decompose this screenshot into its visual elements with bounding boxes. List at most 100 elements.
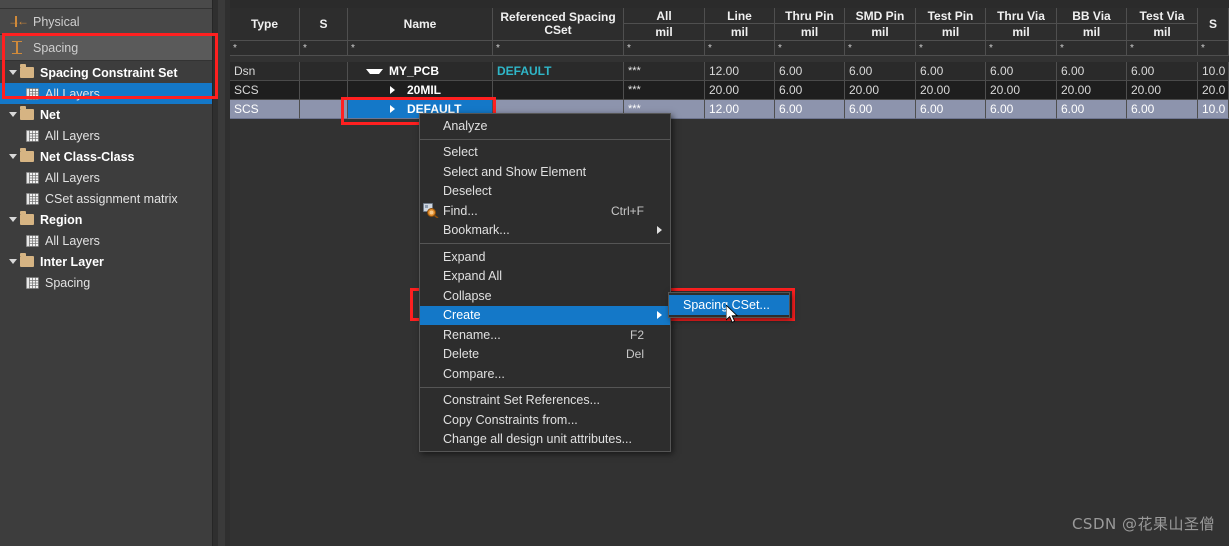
menu-item-constraint-set-references[interactable]: Constraint Set References... [420, 391, 670, 411]
menu-item-rename[interactable]: Rename... F2 [420, 325, 670, 345]
cell-type[interactable]: SCS [230, 100, 300, 119]
filter-cell[interactable]: * [1198, 41, 1229, 56]
menu-item-delete[interactable]: Delete Del [420, 345, 670, 365]
cell-test_pin[interactable]: 6.00 [916, 62, 986, 81]
cell-thru_via[interactable]: 20.00 [986, 81, 1057, 100]
column-header-bb-via[interactable]: BB Via mil [1057, 8, 1127, 41]
cell-referenced_cset[interactable] [493, 81, 624, 100]
cell-bb_via[interactable]: 20.00 [1057, 81, 1127, 100]
filter-cell[interactable]: * [493, 41, 624, 56]
tree-item-all-layers[interactable]: All Layers [0, 230, 212, 251]
cell-test_via[interactable]: 6.00 [1127, 100, 1198, 119]
filter-cell[interactable]: * [986, 41, 1057, 56]
tree-item-cset-assignment-matrix[interactable]: CSet assignment matrix [0, 188, 212, 209]
column-header-test-pin[interactable]: Test Pin mil [916, 8, 986, 41]
cell-s[interactable] [300, 81, 348, 100]
cell-test_via[interactable]: 20.00 [1127, 81, 1198, 100]
cell-name[interactable]: 20MIL [348, 81, 493, 100]
filter-cell[interactable]: * [348, 41, 493, 56]
cell-smd_pin[interactable]: 6.00 [845, 100, 916, 119]
cell-smd_pin[interactable]: 20.00 [845, 81, 916, 100]
column-header-s[interactable]: S [300, 8, 348, 41]
cell-thru_via[interactable]: 6.00 [986, 62, 1057, 81]
filter-cell[interactable]: * [1057, 41, 1127, 56]
cell-bb_via[interactable]: 6.00 [1057, 100, 1127, 119]
menu-item-find[interactable]: Find... Ctrl+F [420, 201, 670, 221]
tree-item-all-layers[interactable]: All Layers [0, 125, 212, 146]
table-row[interactable]: SCS 20MIL *** 20.00 6.00 20.00 20.00 20.00 20.00… [230, 81, 1229, 100]
expand-toggle[interactable] [6, 70, 20, 75]
column-header-smd-pin[interactable]: SMD Pin mil [845, 8, 916, 41]
cell-last[interactable]: 10.0 [1198, 62, 1229, 81]
tree-item-inter-layer[interactable]: Inter Layer [0, 251, 212, 272]
table-row[interactable]: Dsn MY_PCB DEFAULT *** 12.00 6.00 6.00 6.00 6.00… [230, 62, 1229, 81]
table-row[interactable]: SCS DEFAULT *** 12.00 6.00 6.00 6.00 6.00 6.00 6.… [230, 100, 1229, 119]
table-filter-row[interactable]: * * * * * * * * * * * * * [230, 41, 1229, 56]
menu-item-expand-all[interactable]: Expand All [420, 267, 670, 287]
cell-referenced_cset[interactable]: DEFAULT [493, 62, 624, 81]
filter-cell[interactable]: * [775, 41, 845, 56]
cell-line[interactable]: 20.00 [705, 81, 775, 100]
cell-name[interactable]: MY_PCB [348, 62, 493, 81]
cell-last[interactable]: 10.0 [1198, 100, 1229, 119]
filter-cell[interactable]: * [916, 41, 986, 56]
menu-item-select-and-show-element[interactable]: Select and Show Element [420, 162, 670, 182]
cell-smd_pin[interactable]: 6.00 [845, 62, 916, 81]
tree-item-all-layers[interactable]: All Layers [0, 167, 212, 188]
column-header-thru-via[interactable]: Thru Via mil [986, 8, 1057, 41]
menu-item-change-all-design-unit-attributes[interactable]: Change all design unit attributes... [420, 430, 670, 450]
cell-test_pin[interactable]: 6.00 [916, 100, 986, 119]
filter-cell[interactable]: * [300, 41, 348, 56]
cell-all[interactable]: *** [624, 62, 705, 81]
sidebar-category-spacing[interactable]: Spacing [0, 35, 212, 61]
row-expand-right-icon[interactable] [390, 105, 400, 113]
column-header-test-via[interactable]: Test Via mil [1127, 8, 1198, 41]
filter-cell[interactable]: * [230, 41, 300, 56]
cell-s[interactable] [300, 62, 348, 81]
column-header-s[interactable]: S [1198, 8, 1229, 41]
expand-toggle[interactable] [6, 217, 20, 222]
cell-all[interactable]: *** [624, 81, 705, 100]
tree-item-all-layers[interactable]: All Layers [0, 83, 212, 104]
menu-item-collapse[interactable]: Collapse [420, 286, 670, 306]
cell-test_via[interactable]: 6.00 [1127, 62, 1198, 81]
sidebar-table-divider[interactable] [212, 0, 232, 546]
expand-toggle[interactable] [6, 154, 20, 159]
tree-item-net[interactable]: Net [0, 104, 212, 125]
filter-cell[interactable]: * [845, 41, 916, 56]
cell-test_pin[interactable]: 20.00 [916, 81, 986, 100]
cell-thru_pin[interactable]: 6.00 [775, 100, 845, 119]
context-menu[interactable]: Analyze Select Select and Show Element Dese… [419, 113, 671, 452]
cell-line[interactable]: 12.00 [705, 100, 775, 119]
tree-item-spacing-constraint-set[interactable]: Spacing Constraint Set [0, 62, 212, 83]
row-expand-right-icon[interactable] [390, 86, 400, 94]
tree-item-spacing[interactable]: Spacing [0, 272, 212, 293]
filter-cell[interactable]: * [1127, 41, 1198, 56]
menu-item-bookmark[interactable]: Bookmark... [420, 221, 670, 241]
tree-item-net-class-class[interactable]: Net Class-Class [0, 146, 212, 167]
column-header-thru-pin[interactable]: Thru Pin mil [775, 8, 845, 41]
cell-line[interactable]: 12.00 [705, 62, 775, 81]
row-expand-down-icon[interactable] [366, 68, 383, 74]
cell-last[interactable]: 20.0 [1198, 81, 1229, 100]
menu-item-expand[interactable]: Expand [420, 247, 670, 267]
cell-type[interactable]: SCS [230, 81, 300, 100]
menu-item-select[interactable]: Select [420, 143, 670, 163]
cell-thru_pin[interactable]: 6.00 [775, 81, 845, 100]
menu-item-compare[interactable]: Compare... [420, 364, 670, 384]
filter-cell[interactable]: * [705, 41, 775, 56]
menu-item-copy-constraints-from[interactable]: Copy Constraints from... [420, 410, 670, 430]
cell-thru_pin[interactable]: 6.00 [775, 62, 845, 81]
menu-item-deselect[interactable]: Deselect [420, 182, 670, 202]
filter-cell[interactable]: * [624, 41, 705, 56]
cell-type[interactable]: Dsn [230, 62, 300, 81]
column-header-type[interactable]: Type [230, 8, 300, 41]
column-header-name[interactable]: Name [348, 8, 493, 41]
expand-toggle[interactable] [6, 112, 20, 117]
cell-thru_via[interactable]: 6.00 [986, 100, 1057, 119]
expand-toggle[interactable] [6, 259, 20, 264]
cell-bb_via[interactable]: 6.00 [1057, 62, 1127, 81]
column-header-all[interactable]: All mil [624, 8, 705, 41]
column-header-line[interactable]: Line mil [705, 8, 775, 41]
sidebar-category-physical[interactable]: Physical [0, 9, 212, 35]
